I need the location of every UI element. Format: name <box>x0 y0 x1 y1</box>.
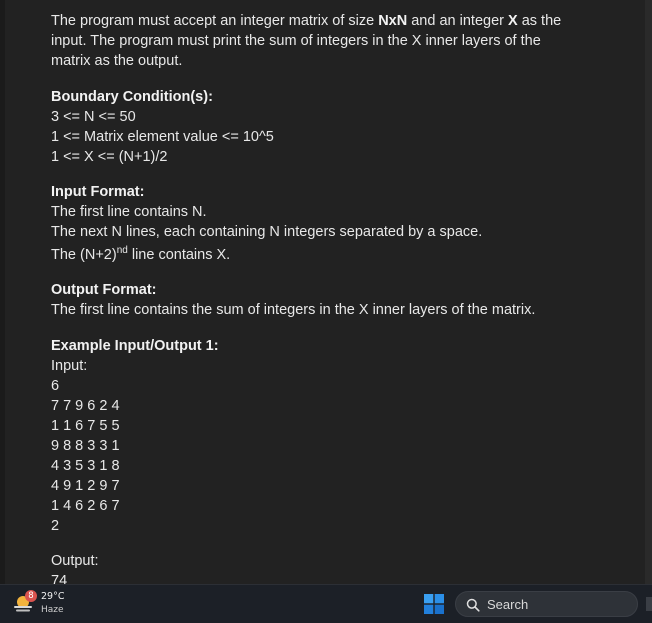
start-button[interactable] <box>424 594 444 614</box>
intro-line-3: matrix as the output. <box>51 53 183 69</box>
boundary-line: 3 <= N <= 50 <box>51 109 136 125</box>
example-input-line: 1 1 6 7 5 5 <box>51 418 121 434</box>
input-format-text: The (N+2) <box>51 247 117 263</box>
taskbar-search-box[interactable]: Search <box>455 591 638 617</box>
example-heading: Example Input/Output 1: <box>51 338 219 354</box>
taskbar-app-icon-partial[interactable] <box>646 597 652 611</box>
intro-x: X <box>508 13 518 29</box>
search-label: Search <box>487 597 529 612</box>
example-output-value: 74 <box>51 573 68 584</box>
problem-panel: The program must accept an integer matri… <box>5 0 645 584</box>
example-input-line: 7 7 9 6 2 4 <box>51 398 121 414</box>
screen: The program must accept an integer matri… <box>0 0 652 623</box>
taskbar: 8 29°C Haze Search <box>0 584 652 623</box>
windows-logo-icon <box>424 594 444 614</box>
intro-text: and an integer <box>407 13 508 29</box>
intro-text: as the <box>517 13 562 29</box>
example-input-line: 9 8 8 3 3 1 <box>51 438 121 454</box>
intro-nxn: NxN <box>378 13 408 29</box>
problem-intro: The program must accept an integer matri… <box>51 11 591 71</box>
weather-condition[interactable]: Haze <box>41 605 64 615</box>
intro-line-1: The program must accept an integer matri… <box>51 11 591 31</box>
notification-badge: 8 <box>25 590 37 602</box>
output-format-section: Output Format: The first line contains t… <box>51 280 591 320</box>
intro-text: The program must accept an integer matri… <box>51 13 379 29</box>
input-format-section: Input Format: The first line contains N.… <box>51 182 591 265</box>
boundary-line: 1 <= Matrix element value <= 10^5 <box>51 129 274 145</box>
example-input-line: 6 <box>51 378 60 394</box>
input-format-heading: Input Format: <box>51 184 145 200</box>
example-input-label: Input: <box>51 358 88 374</box>
input-format-line: The next N lines, each containing N inte… <box>51 224 483 240</box>
example-input-line: 1 4 6 2 6 7 <box>51 498 121 514</box>
scrollbar-track[interactable] <box>645 0 652 584</box>
example-input-line: 4 9 1 2 9 7 <box>51 478 121 494</box>
example-input-line: 4 3 5 3 1 8 <box>51 458 121 474</box>
search-icon <box>466 598 480 612</box>
input-format-text: line contains X. <box>127 247 231 263</box>
output-format-heading: Output Format: <box>51 282 157 298</box>
boundary-heading: Boundary Condition(s): <box>51 89 213 105</box>
intro-line-2: input. The program must print the sum of… <box>51 33 541 49</box>
input-format-line: The (N+2)nd line contains X. <box>51 245 591 265</box>
weather-temperature[interactable]: 29°C <box>41 591 64 602</box>
output-format-line: The first line contains the sum of integ… <box>51 302 536 318</box>
example-output-label: Output: <box>51 553 99 569</box>
ordinal-suffix: nd <box>116 245 128 256</box>
input-format-line: The first line contains N. <box>51 204 207 220</box>
example-input-line: 2 <box>51 518 60 534</box>
boundary-section: Boundary Condition(s): 3 <= N <= 50 1 <=… <box>51 87 591 167</box>
boundary-line: 1 <= X <= (N+1)/2 <box>51 149 168 165</box>
example-section: Example Input/Output 1: Input: 6 7 7 9 6… <box>51 336 591 584</box>
